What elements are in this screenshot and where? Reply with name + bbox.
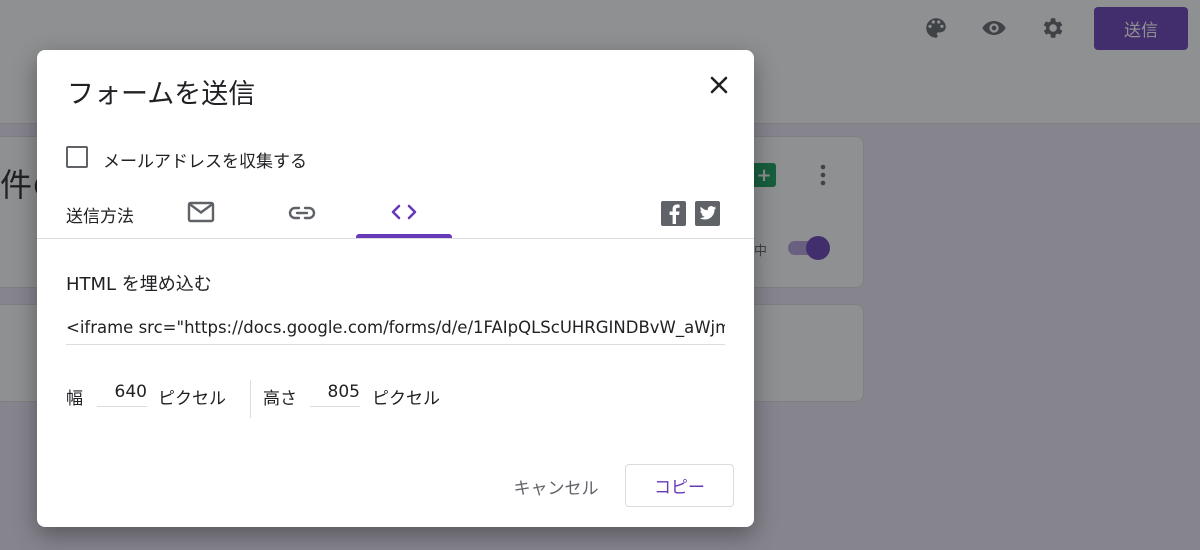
width-unit: ピクセル [158, 389, 226, 409]
email-icon [187, 201, 215, 227]
send-form-dialog: フォームを送信 メールアドレスを収集する 送信方法 HTML を埋め込む <if… [37, 50, 754, 527]
twitter-icon[interactable] [695, 201, 720, 226]
width-label: 幅 [66, 389, 83, 409]
facebook-icon[interactable] [661, 201, 686, 226]
send-via-label: 送信方法 [66, 207, 134, 227]
width-input[interactable]: 640 [97, 382, 147, 407]
tab-divider [37, 238, 754, 239]
collect-email-label: メールアドレスを収集する [103, 152, 307, 172]
height-input[interactable]: 805 [310, 382, 360, 407]
dimension-divider [250, 380, 251, 418]
dialog-title: フォームを送信 [67, 79, 256, 110]
copy-button[interactable]: コピー [625, 464, 734, 507]
embed-html-heading: HTML を埋め込む [66, 274, 212, 295]
embed-code-icon [391, 204, 417, 224]
link-icon [288, 205, 316, 224]
tab-embed[interactable] [356, 190, 452, 238]
tab-email[interactable] [168, 190, 234, 238]
cancel-button[interactable]: キャンセル [497, 464, 615, 508]
close-icon[interactable] [703, 69, 735, 101]
height-label: 高さ [263, 389, 297, 409]
embed-code-field[interactable]: <iframe src="https://docs.google.com/for… [66, 318, 725, 345]
tab-link[interactable] [269, 190, 335, 238]
collect-email-checkbox[interactable] [66, 146, 88, 168]
height-unit: ピクセル [372, 389, 440, 409]
